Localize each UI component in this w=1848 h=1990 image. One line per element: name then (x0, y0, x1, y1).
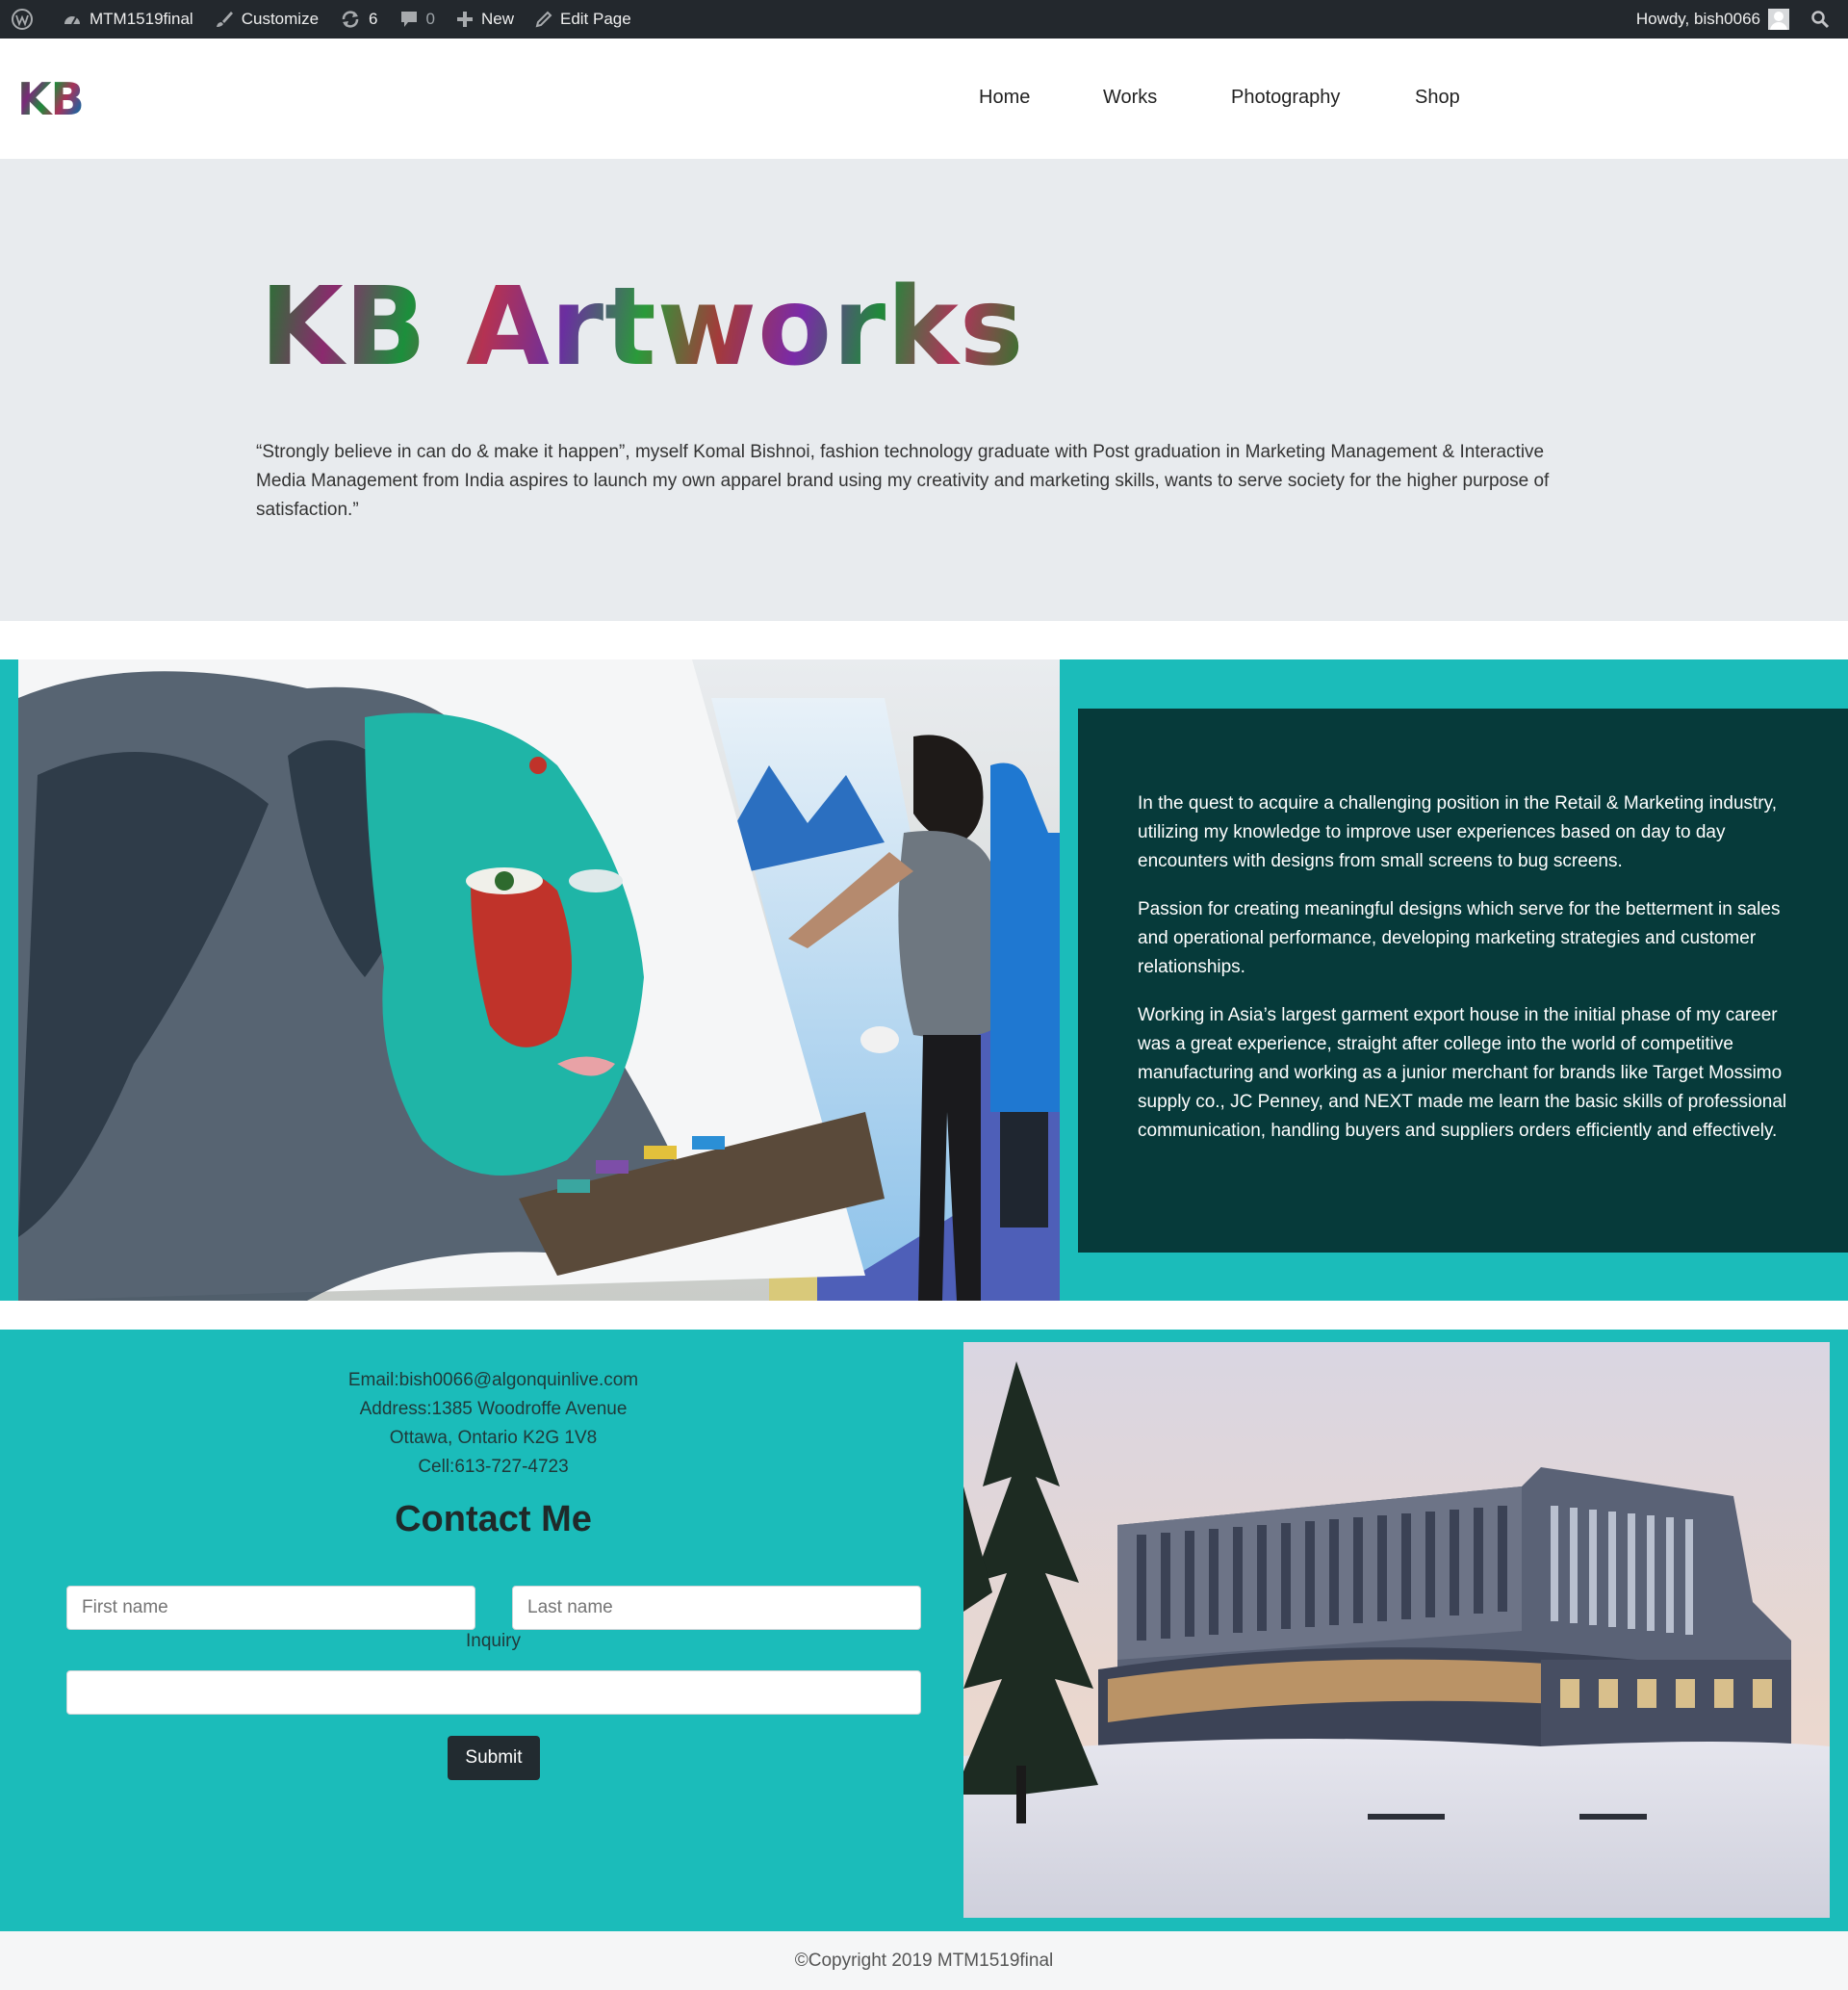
last-name-input[interactable] (512, 1586, 921, 1630)
about-text-panel: In the quest to acquire a challenging po… (1078, 709, 1848, 1253)
contact-email: Email:bish0066@algonquinlive.com (347, 1370, 639, 1390)
admin-bar: MTM1519final Customize 6 0 New Edit Page… (0, 0, 1848, 39)
account-menu[interactable]: Howdy, bish0066 (1626, 0, 1800, 39)
inquiry-input[interactable] (66, 1670, 921, 1715)
comments-count: 0 (425, 10, 435, 28)
site-name-link[interactable]: MTM1519final (52, 0, 204, 39)
hero-section: KB Artworks “Strongly believe in can do … (0, 159, 1848, 621)
contact-city: Ottawa, Ontario K2G 1V8 (389, 1428, 598, 1448)
site-name-label: MTM1519final (90, 10, 193, 28)
contact-title: Contact Me (395, 1499, 592, 1539)
about-section: In the quest to acquire a challenging po… (0, 659, 1848, 1301)
site-header: KB Home Works Photography Shop (0, 39, 1848, 159)
comments-link[interactable]: 0 (389, 0, 446, 39)
nav-works[interactable]: Works (1103, 87, 1157, 109)
search-icon (1811, 11, 1830, 29)
nav-photography[interactable]: Photography (1231, 87, 1340, 109)
college-building-photo (963, 1342, 1830, 1918)
avatar (1768, 9, 1789, 30)
new-content-link[interactable]: New (446, 0, 525, 39)
main-navigation: Home Works Photography Shop (0, 87, 1848, 116)
nav-home[interactable]: Home (979, 87, 1030, 109)
contact-address: Address:1385 Woodroffe Avenue (359, 1399, 628, 1419)
edit-page-label: Edit Page (559, 10, 631, 28)
submit-button[interactable]: Submit (448, 1736, 540, 1780)
hero-title: KB Artworks (260, 265, 1025, 390)
hero-quote: “Strongly believe in can do & make it ha… (256, 442, 1550, 520)
dashboard-icon (64, 16, 80, 25)
search-button[interactable] (1800, 0, 1848, 39)
footer-copyright: ©Copyright 2019 MTM1519final (794, 1951, 1054, 1971)
updates-link[interactable]: 6 (329, 0, 388, 39)
contact-section: Email:bish0066@algonquinlive.com Address… (0, 1330, 1848, 1931)
pencil-icon (535, 11, 552, 28)
painting-photo (18, 659, 1060, 1301)
updates-count: 6 (369, 10, 378, 28)
contact-cell: Cell:613-727-4723 (418, 1457, 569, 1477)
inquiry-label: Inquiry (465, 1631, 522, 1651)
contact-info: Email:bish0066@algonquinlive.com Address… (0, 1366, 987, 1482)
first-name-input[interactable] (66, 1586, 475, 1630)
edit-page-link[interactable]: Edit Page (525, 0, 642, 39)
nav-shop[interactable]: Shop (1415, 87, 1460, 109)
comment-icon (400, 12, 417, 27)
about-paragraph-1: In the quest to acquire a challenging po… (1138, 793, 1777, 871)
about-paragraph-3: Working in Asia’s largest garment export… (1138, 1005, 1787, 1141)
new-label: New (480, 10, 514, 28)
brush-icon (216, 12, 233, 27)
customize-link[interactable]: Customize (204, 0, 329, 39)
about-paragraph-2: Passion for creating meaningful designs … (1138, 899, 1781, 977)
wordpress-logo-button[interactable] (0, 0, 52, 39)
updates-icon (342, 11, 359, 28)
howdy-label: Howdy, bish0066 (1635, 10, 1760, 28)
customize-label: Customize (241, 10, 320, 28)
plus-icon (456, 12, 473, 27)
wordpress-icon (12, 9, 33, 30)
site-footer: ©Copyright 2019 MTM1519final (0, 1931, 1848, 1990)
